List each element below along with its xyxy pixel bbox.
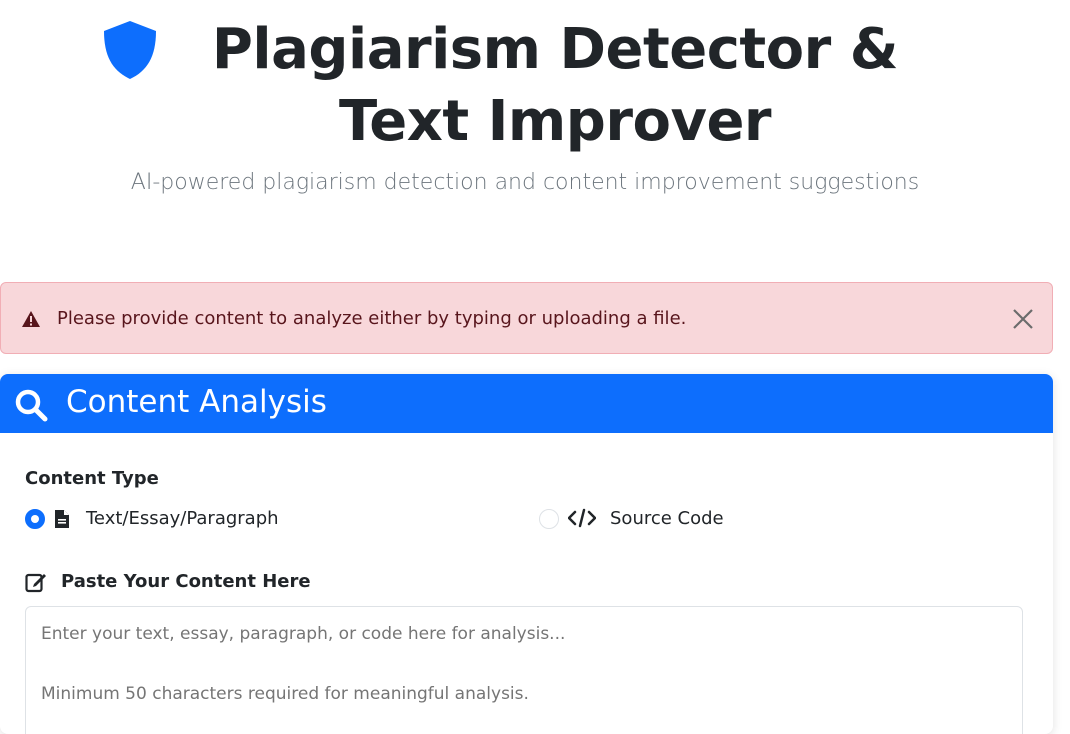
radio-text[interactable]: [25, 509, 45, 529]
file-icon: [55, 510, 69, 528]
radio-code[interactable]: [539, 509, 559, 529]
paste-label: Paste Your Content Here: [61, 571, 311, 592]
card-header: Content Analysis: [0, 374, 1053, 433]
page-subtitle: AI-powered plagiarism detection and cont…: [130, 170, 920, 195]
option-text-label[interactable]: Text/Essay/Paragraph: [86, 508, 279, 529]
warning-icon: [22, 311, 40, 327]
content-type-label: Content Type: [25, 468, 159, 489]
edit-icon: [25, 573, 46, 593]
card-title: Content Analysis: [66, 384, 327, 420]
title-row: Plagiarism Detector & Text Improver: [0, 14, 1050, 158]
content-analysis-card: Content Analysis Content Type Text/Essay…: [0, 374, 1053, 734]
error-alert: Please provide content to analyze either…: [0, 282, 1053, 354]
alert-message: Please provide content to analyze either…: [57, 308, 687, 329]
code-icon: [568, 508, 596, 528]
close-icon[interactable]: [1011, 307, 1035, 331]
search-icon: [15, 389, 48, 422]
option-code-label[interactable]: Source Code: [610, 508, 724, 529]
page-title: Plagiarism Detector & Text Improver: [211, 17, 899, 154]
